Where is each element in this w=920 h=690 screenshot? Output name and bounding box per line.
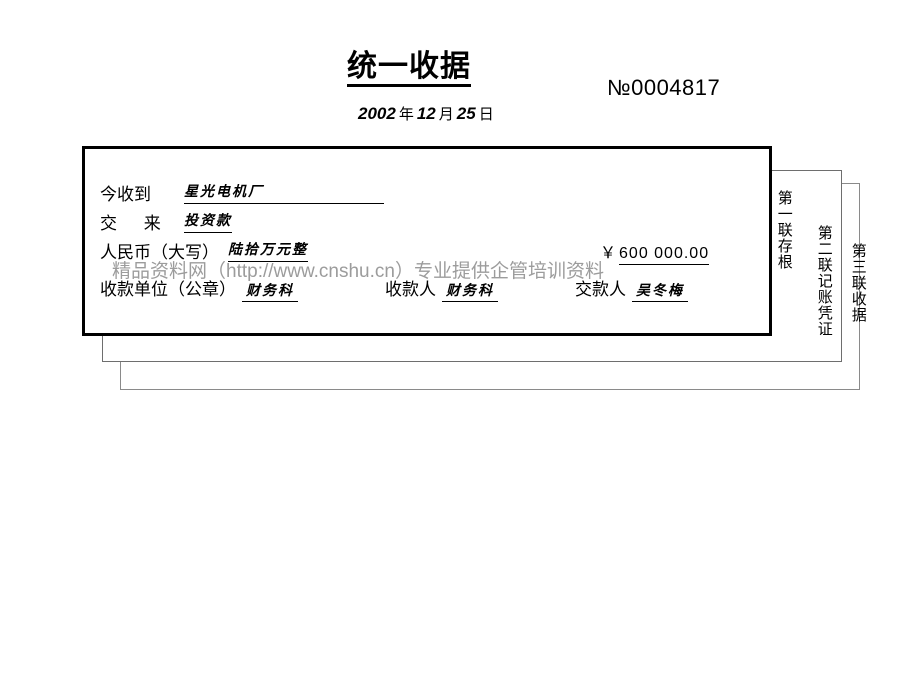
amount-value: 600 000.00 (619, 245, 710, 265)
payee-group: 收款人 财务科 (385, 275, 498, 302)
payer-signature-value: 吴冬梅 (632, 284, 688, 302)
payer-label: 今收到 (100, 185, 151, 204)
copy-label-second: 第二联记账凭证 (815, 225, 833, 337)
receipt-body: 今收到 星光电机厂 交 来 投资款 人民币（大写） 陆拾万元整 ￥ 600 000… (100, 180, 760, 267)
receiving-unit-group: 收款单位（公章） 财务科 (100, 275, 298, 302)
date-year-unit: 年 (398, 106, 414, 123)
signature-row: 收款单位（公章） 财务科 收款人 财务科 交款人 吴冬梅 (100, 275, 760, 302)
receipt-date: 2002 年 12 月 25 日 (358, 103, 497, 124)
payee-value: 财务科 (442, 284, 498, 302)
date-year: 2002 (358, 104, 396, 123)
receiving-unit-label: 收款单位（公章） (100, 280, 236, 299)
copy-label-first: 第一联存根 (775, 190, 793, 270)
payer-group: 交款人 吴冬梅 (575, 275, 688, 302)
item-value: 投资款 (184, 210, 232, 233)
payee-label: 收款人 (385, 280, 436, 299)
date-day-unit: 日 (478, 106, 494, 123)
receipt-page: 统一收据 №0004817 2002 年 12 月 25 日 第一联存根 第二联记账凭证 … (0, 0, 920, 690)
item-label: 交 来 (100, 214, 172, 233)
receiving-unit-value: 财务科 (242, 284, 298, 302)
date-day: 25 (456, 104, 476, 123)
payer-value: 星光电机厂 (184, 181, 384, 204)
currency-symbol: ￥ (600, 245, 618, 262)
row-payer: 今收到 星光电机厂 (100, 180, 760, 209)
amount-words-value: 陆拾万元整 (228, 239, 308, 262)
document-title: 统一收据 (347, 52, 471, 87)
copy-label-third: 第三联收据 (849, 243, 867, 323)
row-amount-in-words: 人民币（大写） 陆拾万元整 ￥ 600 000.00 (100, 238, 760, 267)
date-month: 12 (416, 104, 436, 123)
receipt-number: №0004817 (607, 75, 721, 100)
payer-signature-label: 交款人 (575, 280, 626, 299)
date-month-unit: 月 (438, 106, 454, 123)
row-item: 交 来 投资款 (100, 209, 760, 238)
amount-words-label: 人民币（大写） (100, 243, 219, 262)
amount-figure: ￥ 600 000.00 (600, 239, 710, 265)
